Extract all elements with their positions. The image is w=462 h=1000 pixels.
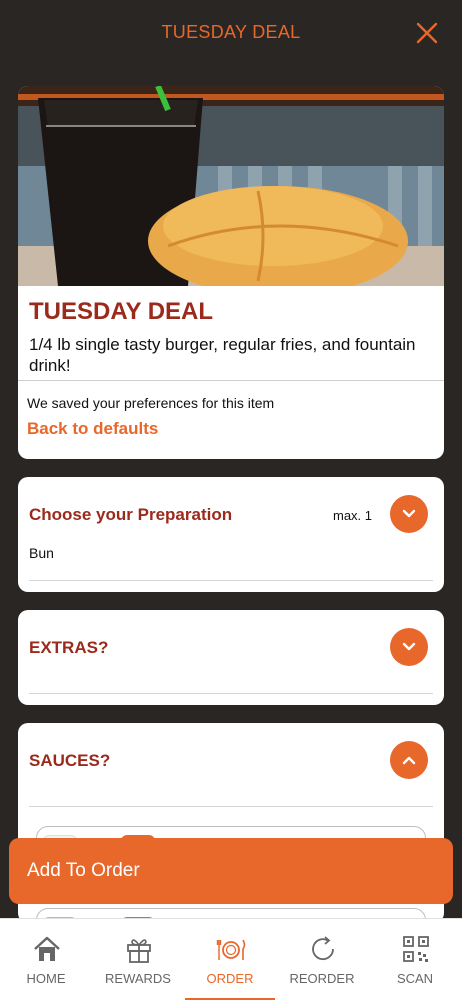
- tab-label: HOME: [26, 971, 66, 986]
- chevron-down-icon: [402, 642, 416, 651]
- saved-preferences-message: We saved your preferences for this item: [27, 395, 275, 411]
- tab-label: ORDER: [206, 971, 254, 986]
- qr-code-icon: [403, 936, 429, 962]
- bottom-tab-bar: HOME REWARDS ORDER REORDER SCAN: [0, 918, 462, 1000]
- section-title-extras: EXTRAS?: [29, 638, 109, 657]
- close-icon[interactable]: [414, 20, 440, 46]
- section-preparation[interactable]: Choose your Preparation max. 1 Bun: [18, 477, 444, 592]
- plate-utensils-icon: [216, 939, 246, 960]
- burger-and-drink-photo: [18, 86, 444, 286]
- collapse-button-sauces[interactable]: [390, 741, 428, 779]
- divider: [29, 806, 433, 807]
- chevron-down-icon: [402, 509, 416, 518]
- max-selection-label: max. 1: [332, 508, 372, 523]
- divider: [18, 380, 444, 381]
- tab-order[interactable]: ORDER: [184, 919, 276, 1000]
- tab-home[interactable]: HOME: [0, 919, 92, 1000]
- item-title: TUESDAY DEAL: [29, 298, 214, 325]
- expand-button-preparation[interactable]: [390, 495, 428, 533]
- section-title-sauces: SAUCES?: [29, 751, 111, 770]
- home-icon: [34, 936, 60, 961]
- tab-scan[interactable]: SCAN: [369, 919, 461, 1000]
- tab-rewards[interactable]: REWARDS: [92, 919, 184, 1000]
- top-bar: TUESDAY DEAL: [0, 0, 462, 70]
- tab-label: REORDER: [289, 971, 355, 986]
- tab-label: REWARDS: [105, 971, 171, 986]
- item-description: 1/4 lb single tasty burger, regular frie…: [29, 335, 416, 375]
- expand-button-extras[interactable]: [390, 628, 428, 666]
- item-card: TUESDAY DEAL 1/4 lb single tasty burger,…: [18, 86, 444, 459]
- gift-icon: [127, 939, 151, 963]
- refresh-icon: [312, 936, 334, 961]
- add-to-order-button[interactable]: Add To Order: [9, 838, 453, 904]
- section-title-preparation: Choose your Preparation: [29, 505, 233, 524]
- tab-label: SCAN: [396, 971, 434, 986]
- tab-reorder[interactable]: REORDER: [276, 919, 368, 1000]
- page-title: TUESDAY DEAL: [161, 22, 301, 42]
- section-extras[interactable]: EXTRAS?: [18, 610, 444, 705]
- preparation-option: Bun: [29, 545, 54, 561]
- back-to-defaults-link[interactable]: Back to defaults: [27, 419, 158, 439]
- divider: [29, 693, 433, 694]
- divider: [29, 580, 433, 581]
- chevron-up-icon: [402, 756, 416, 765]
